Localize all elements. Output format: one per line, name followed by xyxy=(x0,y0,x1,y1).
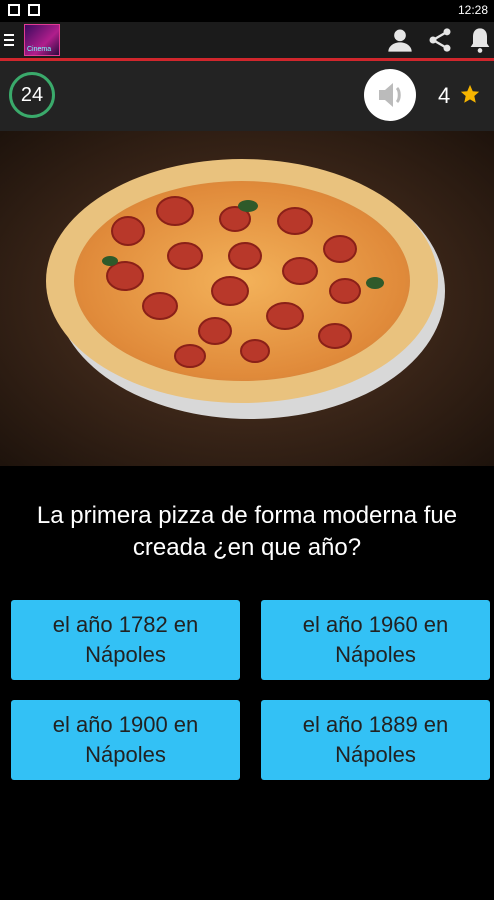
score-bar: 24 4 xyxy=(0,61,494,131)
sound-toggle-button[interactable] xyxy=(364,69,416,121)
app-bar: Cinema xyxy=(0,22,494,61)
question-text: La primera pizza de forma moderna fue cr… xyxy=(36,502,458,561)
speaker-icon xyxy=(379,83,401,107)
status-bar: 12:28 xyxy=(0,0,494,22)
logo-caption: Cinema xyxy=(27,46,52,53)
status-time: 12:28 xyxy=(457,3,488,17)
answer-button-3[interactable]: el año 1900 en Nápoles xyxy=(11,700,240,780)
answer-button-2[interactable]: el año 1960 en Nápoles xyxy=(261,600,490,680)
notification-icon xyxy=(8,4,20,16)
bell-icon[interactable] xyxy=(466,26,494,54)
share-icon[interactable] xyxy=(426,26,454,54)
answer-button-4[interactable]: el año 1889 en Nápoles xyxy=(261,700,490,780)
profile-icon[interactable] xyxy=(386,26,414,54)
question-image xyxy=(0,131,494,466)
score-value: 4 xyxy=(438,83,451,108)
app-logo: Cinema xyxy=(24,24,60,56)
notification-icon xyxy=(28,4,40,16)
star-icon xyxy=(460,84,480,103)
menu-icon[interactable] xyxy=(4,34,14,46)
timer: 24 xyxy=(9,72,55,118)
answer-button-1[interactable]: el año 1782 en Nápoles xyxy=(11,600,240,680)
